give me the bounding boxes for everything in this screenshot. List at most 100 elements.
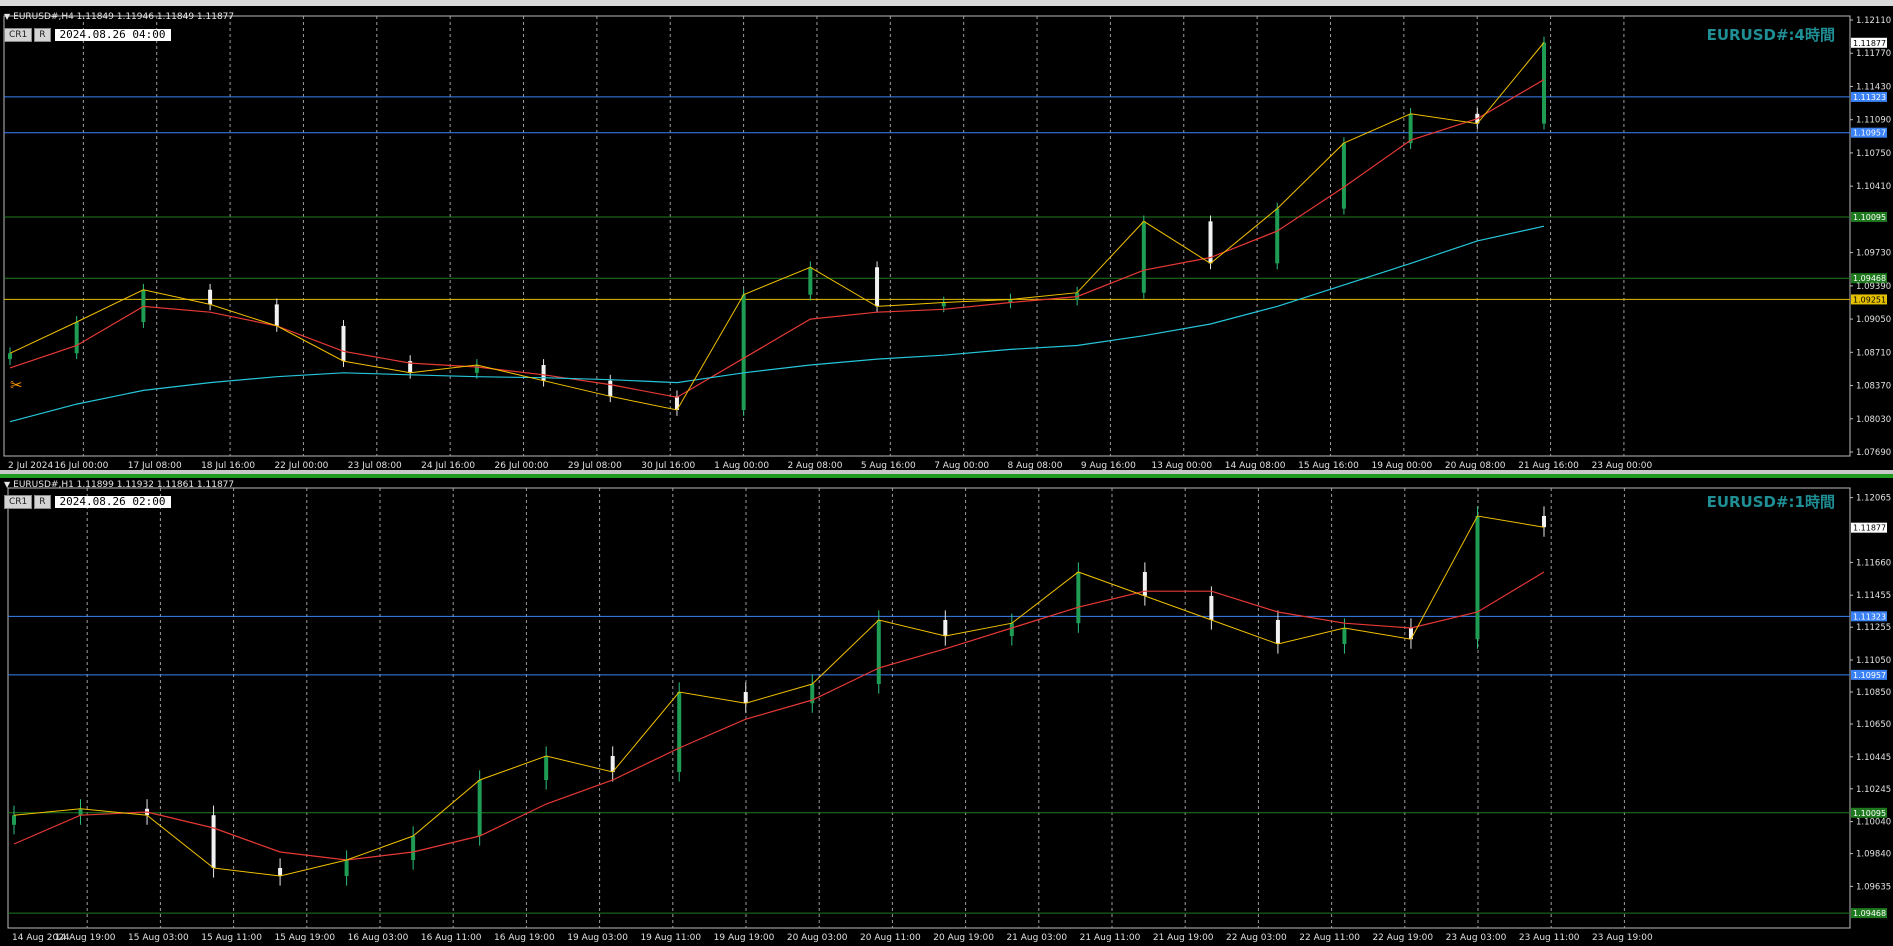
price-axis-label: 1.11050 (1856, 656, 1891, 666)
candle-body (12, 815, 16, 825)
candle-body (677, 692, 682, 772)
price-axis-label: 1.07690 (1856, 448, 1891, 458)
time-axis-label: 22 Aug 19:00 (1372, 933, 1433, 943)
zigzag-line (13, 515, 1545, 877)
candle-body (8, 353, 12, 360)
collapse-triangle-icon[interactable]: ▼ (4, 12, 10, 21)
candle-body (477, 780, 482, 836)
price-axis-label: 1.10750 (1856, 149, 1891, 159)
h4-chart-panel[interactable]: 2 Jul 2024 16 Jul 00:00 17 Jul 08:00 18 Jul… (0, 0, 1893, 472)
candle-body (741, 294, 746, 410)
moving-average-line (13, 571, 1545, 861)
time-axis-label: 15 Aug 11:00 (201, 933, 262, 943)
price-axis-label: 1.09840 (1856, 850, 1891, 860)
candle-body (474, 365, 479, 373)
candle-body (1076, 572, 1081, 624)
time-axis-label: 23 Aug 11:00 (1519, 933, 1580, 943)
price-axis-label: 1.11255 (1856, 623, 1891, 633)
h4-symbol-text: EURUSD#,H4 1.11849 1.11946 1.11849 1.118… (13, 12, 235, 22)
candle-body (608, 380, 613, 397)
time-axis-label: 20 Aug 11:00 (860, 933, 921, 943)
h4-button-row: CR1 R 2024.08.26 04:00 (4, 28, 171, 42)
time-axis-label: 22 Aug 03:00 (1226, 933, 1287, 943)
candle-body (1209, 596, 1214, 620)
price-axis-label: 1.10245 (1856, 785, 1891, 795)
level-price-text: 1.10957 (1853, 671, 1886, 680)
time-axis-label: 23 Aug 03:00 (1446, 933, 1507, 943)
level-price-text: 1.10095 (1853, 809, 1886, 818)
time-axis-label: 19 Aug 11:00 (640, 933, 701, 943)
candle-body (208, 289, 213, 305)
price-axis-label: 1.10650 (1856, 720, 1891, 730)
price-axis-label: 1.09730 (1856, 249, 1891, 259)
time-axis-label: 16 Aug 03:00 (348, 933, 409, 943)
h1-chart-canvas[interactable]: 14 Aug 202414 Aug 19:00 15 Aug 03:00 15 Au… (0, 478, 1893, 946)
candle-body (1542, 42, 1546, 124)
plot-frame (7, 487, 1851, 929)
candle-body (211, 815, 216, 868)
level-price-text: 1.11323 (1853, 612, 1886, 621)
h1-symbol-info: ▼ EURUSD#,H1 1.11899 1.11932 1.11861 1.11… (4, 480, 234, 490)
price-axis-label: 1.11430 (1856, 82, 1891, 92)
candle-body (544, 756, 549, 780)
candle-body (344, 860, 349, 876)
candle-body (1141, 221, 1146, 293)
candle-body (743, 692, 748, 704)
h1-chart-panel[interactable]: 14 Aug 2024 14 Aug 19:00 15 Aug 03:00 15 Au… (0, 474, 1893, 946)
time-axis-label: 16 Aug 19:00 (494, 933, 555, 943)
current-price-text: 1.11877 (1853, 524, 1886, 533)
time-axis-label: 20 Aug 03:00 (787, 933, 848, 943)
h4-cr1-button[interactable]: CR1 (4, 28, 33, 42)
plot-frame (3, 15, 1851, 457)
price-axis-label: 1.11455 (1856, 591, 1891, 601)
moving-average-line (9, 79, 1545, 398)
moving-average-line (9, 225, 1545, 423)
price-axis-label: 1.10850 (1856, 688, 1891, 698)
time-axis-label: 20 Aug 19:00 (933, 933, 994, 943)
time-axis-label: 16 Aug 11:00 (421, 933, 482, 943)
price-axis-label: 1.11090 (1856, 116, 1891, 126)
h1-r-button[interactable]: R (34, 495, 51, 509)
candle-body (1341, 143, 1346, 209)
price-axis-label: 1.08030 (1856, 415, 1891, 425)
tool-marker-icon[interactable]: ✂ (10, 376, 23, 394)
price-axis-label: 1.09050 (1856, 315, 1891, 325)
candle-body (876, 620, 881, 684)
candle-body (1542, 516, 1546, 528)
time-axis-label: 21 Aug 03:00 (1006, 933, 1067, 943)
price-axis-label: 1.08710 (1856, 348, 1891, 358)
level-price-text: 1.11323 (1853, 93, 1886, 102)
time-axis-label: 21 Aug 11:00 (1080, 933, 1141, 943)
h1-symbol-text: EURUSD#,H1 1.11899 1.11932 1.11861 1.118… (13, 480, 235, 490)
h1-cr1-button[interactable]: CR1 (4, 495, 33, 509)
time-axis-label: 22 Aug 11:00 (1299, 933, 1360, 943)
time-axis-label: 15 Aug 19:00 (274, 933, 335, 943)
h4-datetime-field[interactable]: 2024.08.26 04:00 (54, 29, 171, 41)
h4-chart-title: EURUSD#:4時間 (1706, 26, 1835, 44)
candle-body (875, 267, 880, 307)
candle-body (74, 322, 79, 354)
price-axis-label: 1.11660 (1856, 558, 1891, 568)
level-price-text: 1.09468 (1853, 909, 1886, 918)
price-axis-label: 1.10445 (1856, 753, 1891, 763)
price-axis-label: 1.08370 (1856, 382, 1891, 392)
zigzag-line (9, 42, 1545, 411)
h4-r-button[interactable]: R (34, 28, 51, 42)
level-price-text: 1.09251 (1853, 295, 1886, 304)
h1-button-row: CR1 R 2024.08.26 02:00 (4, 495, 171, 509)
candle-body (1275, 208, 1280, 264)
collapse-triangle-icon[interactable]: ▼ (4, 480, 10, 489)
level-price-text: 1.10957 (1853, 129, 1886, 138)
candle-body (274, 304, 279, 326)
price-axis-label: 1.12065 (1856, 494, 1891, 504)
price-axis-label: 1.12110 (1856, 16, 1891, 26)
candle-body (1009, 623, 1014, 636)
time-axis-label: 19 Aug 03:00 (567, 933, 628, 943)
price-axis-label: 1.10040 (1856, 818, 1891, 828)
h4-chart-canvas[interactable]: 2 Jul 2024 16 Jul 00:00 17 Jul 08:00 18 Jul… (0, 6, 1893, 472)
level-price-text: 1.10095 (1853, 213, 1886, 222)
h1-datetime-field[interactable]: 2024.08.26 02:00 (54, 496, 171, 508)
time-axis-label: 19 Aug 19:00 (714, 933, 775, 943)
price-axis-label: 1.11770 (1856, 49, 1891, 59)
candle-body (1342, 628, 1347, 644)
